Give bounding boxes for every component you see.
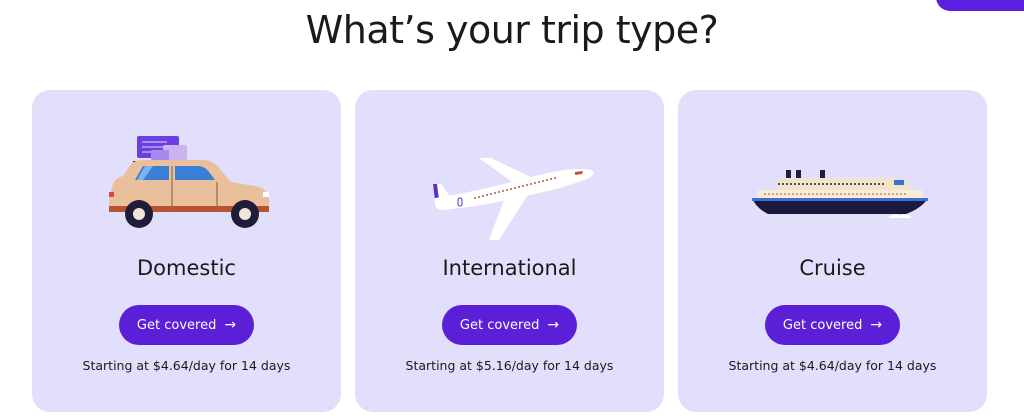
arrow-right-icon: →	[547, 317, 560, 333]
arrow-right-icon: →	[870, 317, 883, 333]
card-title: International	[442, 256, 577, 280]
page: What’s your trip type? Domestic Get cove…	[0, 0, 1024, 418]
trip-card-domestic: Domestic Get covered → Starting at $4.64…	[32, 90, 341, 412]
button-label: Get covered	[459, 317, 540, 333]
trip-card-cruise: Cruise Get covered → Starting at $4.64/d…	[678, 90, 987, 412]
price-text: Starting at $4.64/day for 14 days	[728, 358, 937, 373]
trip-card-international: International Get covered → Starting at …	[355, 90, 664, 412]
price-text: Starting at $5.16/day for 14 days	[405, 358, 614, 373]
airplane-icon	[355, 126, 664, 246]
get-covered-button[interactable]: Get covered →	[765, 305, 900, 345]
button-label: Get covered	[782, 317, 863, 333]
car-icon	[32, 126, 341, 246]
price-text: Starting at $4.64/day for 14 days	[82, 358, 291, 373]
get-covered-button[interactable]: Get covered →	[119, 305, 254, 345]
button-label: Get covered	[136, 317, 217, 333]
card-title: Cruise	[799, 256, 866, 280]
arrow-right-icon: →	[224, 317, 237, 333]
cruise-ship-icon	[678, 126, 987, 246]
card-title: Domestic	[137, 256, 236, 280]
page-title: What’s your trip type?	[305, 8, 719, 52]
get-covered-button[interactable]: Get covered →	[442, 305, 577, 345]
